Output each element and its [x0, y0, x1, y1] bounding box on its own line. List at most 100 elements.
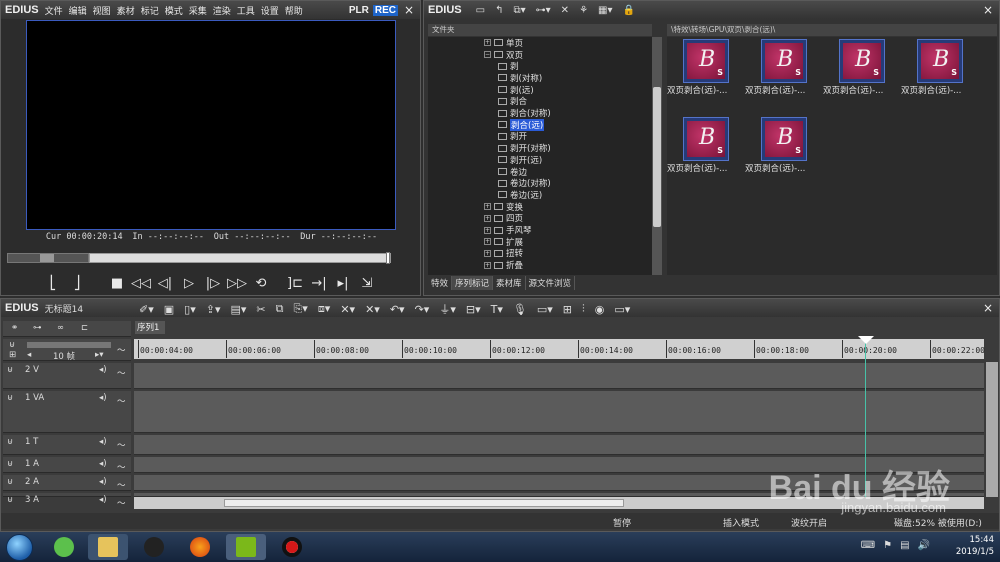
tree-item[interactable]: 卷边(远) — [498, 189, 542, 201]
expand-icon[interactable]: + — [484, 39, 491, 47]
track-lock-icon[interactable]: ⊍ — [7, 459, 13, 469]
zoom-slider[interactable] — [27, 342, 111, 348]
track-wave-icon[interactable]: 〜 — [117, 367, 126, 379]
tree-item[interactable]: 卷边 — [498, 166, 527, 178]
effect-thumbnail[interactable]: B S 双页剥合(远)-... — [745, 37, 821, 97]
vertical-scrollbar[interactable] — [986, 362, 998, 497]
sequence-tab[interactable]: 序列1 — [135, 321, 165, 334]
track-mute-icon[interactable]: ◂) — [99, 495, 107, 505]
set-in-icon[interactable]: ⎣ — [41, 276, 65, 291]
up-folder-icon[interactable]: ↰ — [495, 5, 503, 16]
track-wave-icon[interactable]: 〜 — [117, 497, 126, 509]
tree-item[interactable]: − 双页 — [484, 49, 523, 61]
multicam-icon[interactable]: ⊞ — [563, 303, 572, 316]
render-icon[interactable]: ▭▾ — [537, 303, 553, 316]
replace-icon[interactable]: ▸| — [331, 276, 355, 291]
track-header[interactable]: 1 VA ⊍ ◂) 〜 — [3, 391, 131, 433]
track-lane[interactable] — [134, 363, 984, 389]
track-mute-icon[interactable]: ◂) — [99, 477, 107, 487]
expand-icon[interactable]: + — [484, 261, 491, 269]
group-icon[interactable]: ⊏ — [81, 323, 88, 333]
save-icon[interactable]: ▤▾ — [230, 303, 246, 316]
track-lock-icon[interactable]: ⊍ — [7, 495, 13, 505]
menu-item-3[interactable]: 素材 — [117, 7, 135, 17]
effect-thumbnail[interactable]: B S 双页剥合(远)-... — [667, 37, 743, 97]
track-header[interactable]: 1 T ⊍ ◂) 〜 — [3, 435, 131, 455]
library-tab-0[interactable]: 特效 — [428, 276, 453, 290]
menu-item-2[interactable]: 视图 — [93, 7, 111, 17]
track-lane[interactable] — [134, 435, 984, 455]
horizontal-scroll-thumb[interactable] — [224, 499, 624, 507]
tree-item[interactable]: 剥(远) — [498, 84, 534, 96]
sync-icon[interactable]: ∞ — [57, 323, 64, 333]
set-out-icon[interactable]: ⎦ — [65, 276, 89, 291]
expand-icon[interactable]: + — [484, 203, 491, 211]
preview-screen[interactable] — [26, 20, 396, 230]
view-icon[interactable]: ⧉▾ — [513, 5, 525, 16]
rewind-icon[interactable]: ◁◁ — [129, 276, 153, 291]
tree-item[interactable]: + 变换 — [484, 201, 523, 213]
paste-icon[interactable]: ⎘▾ — [293, 302, 307, 316]
tree-item[interactable]: + 折叠 — [484, 259, 523, 271]
task-firefox-icon[interactable] — [180, 534, 220, 560]
mixer-icon[interactable]: ⫶ — [582, 302, 585, 316]
start-button[interactable] — [6, 534, 33, 561]
tree-scroll-thumb[interactable] — [653, 87, 661, 227]
delete-clip-icon[interactable]: ✕▾ — [340, 303, 355, 316]
track-lock-icon[interactable]: ⊍ — [7, 365, 13, 375]
rec-button[interactable]: REC — [372, 4, 398, 16]
redo-icon[interactable]: ↷▾ — [415, 303, 430, 316]
step-forward-icon[interactable]: |▷ — [201, 276, 225, 291]
menu-item-0[interactable]: 文件 — [45, 7, 63, 17]
keyboard-icon[interactable]: ⌨ — [861, 540, 875, 551]
network-icon[interactable]: ▤ — [900, 540, 909, 551]
stop-icon[interactable]: ■ — [105, 276, 129, 291]
volume-icon[interactable]: 🔊 — [918, 540, 930, 551]
tree-item[interactable]: 剥 — [498, 60, 519, 72]
tree-item[interactable]: + 单页 — [484, 37, 523, 49]
expand-icon[interactable]: + — [484, 226, 491, 234]
clock[interactable]: 15:44 2019/1/5 — [956, 534, 994, 558]
position-knob[interactable] — [386, 252, 390, 264]
playhead-handle[interactable] — [858, 336, 874, 344]
menu-item-1[interactable]: 编辑 — [69, 7, 87, 17]
layout-icon[interactable]: ▭▾ — [614, 303, 630, 316]
track-header[interactable]: 3 A ⊍ ◂) 〜 — [3, 493, 131, 509]
tree-item[interactable]: + 扭转 — [484, 248, 523, 259]
effect-thumbnail[interactable]: B S 双页剥合(远)-... — [667, 115, 743, 175]
task-record-icon[interactable] — [272, 534, 312, 560]
grid-view-icon[interactable]: ▦▾ — [598, 5, 612, 16]
link-icon[interactable]: ⧈▾ — [318, 302, 331, 316]
menu-item-4[interactable]: 标记 — [141, 7, 159, 17]
library-tab-2[interactable]: 素材库 — [493, 276, 526, 290]
collapse-icon[interactable]: − — [484, 51, 491, 59]
track-wave-icon[interactable]: 〜 — [117, 479, 126, 491]
snap-icon[interactable]: ⊟▾ — [466, 303, 481, 316]
step-back-icon[interactable]: ◁| — [153, 276, 177, 291]
library-tab-3[interactable]: 源文件浏览 — [526, 276, 576, 290]
track-lock-icon[interactable]: ⊍ — [7, 393, 13, 403]
new-project-icon[interactable]: ▯▾ — [184, 303, 196, 316]
track-lock-icon[interactable]: ⊍ — [7, 437, 13, 447]
track-header[interactable]: 1 A ⊍ ◂) 〜 — [3, 457, 131, 473]
fast-forward-icon[interactable]: ▷▷ — [225, 276, 249, 291]
task-explorer-icon[interactable] — [88, 534, 128, 560]
track-header[interactable]: 2 V ⊍ ◂) 〜 — [3, 363, 131, 389]
shuttle-slider[interactable] — [7, 253, 89, 263]
position-slider[interactable] — [89, 252, 391, 264]
wave-icon[interactable]: 〜 — [117, 344, 126, 356]
menu-item-6[interactable]: 采集 — [189, 7, 207, 17]
effect-thumbnail[interactable]: B S 双页剥合(远)-... — [901, 37, 977, 97]
undo-icon[interactable]: ↶▾ — [390, 303, 405, 316]
task-edius-icon[interactable] — [226, 534, 266, 560]
title-icon[interactable]: T▾ — [491, 303, 503, 316]
play-icon[interactable]: ▷ — [177, 276, 201, 291]
tree-item[interactable]: + 四页 — [484, 213, 523, 224]
tree-item[interactable]: 剥开(远) — [498, 154, 542, 166]
tree-item[interactable]: 剥合 — [498, 96, 527, 107]
flag-icon[interactable]: ⚑ — [883, 540, 892, 551]
library-close-icon[interactable]: × — [981, 3, 995, 17]
overwrite-icon[interactable]: →| — [307, 276, 331, 291]
menu-item-5[interactable]: 模式 — [165, 7, 183, 17]
timeline-close-icon[interactable]: × — [981, 301, 995, 315]
